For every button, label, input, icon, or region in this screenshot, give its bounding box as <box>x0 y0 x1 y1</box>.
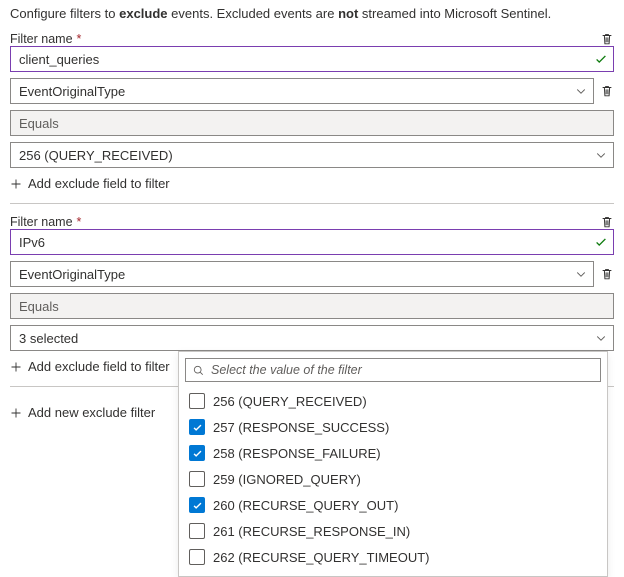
trash-icon[interactable] <box>600 32 614 46</box>
dropdown-search-input[interactable]: Select the value of the filter <box>185 358 601 382</box>
dropdown-option[interactable]: 256 (QUERY_RECEIVED) <box>189 390 597 412</box>
add-new-exclude-filter-button[interactable]: Add new exclude filter <box>10 397 155 428</box>
dropdown-option-label: 257 (RESPONSE_SUCCESS) <box>213 420 389 435</box>
dropdown-option-label: 262 (RECURSE_QUERY_TIMEOUT) <box>213 550 429 565</box>
dropdown-option-label: 258 (RESPONSE_FAILURE) <box>213 446 381 461</box>
chevron-down-icon <box>575 85 587 97</box>
add-exclude-field-button[interactable]: Add exclude field to filter <box>10 351 170 382</box>
field-select[interactable]: EventOriginalType <box>10 261 594 287</box>
value-dropdown[interactable]: Select the value of the filter 256 (QUER… <box>178 351 608 577</box>
divider <box>10 203 614 204</box>
dropdown-option[interactable]: 258 (RESPONSE_FAILURE) <box>189 442 597 464</box>
checkbox[interactable] <box>189 471 205 487</box>
operator-readonly: Equals <box>10 293 614 319</box>
dropdown-option-label: 261 (RECURSE_RESPONSE_IN) <box>213 524 410 539</box>
trash-icon[interactable] <box>600 215 614 229</box>
checkmark-icon <box>594 235 608 249</box>
checkbox[interactable] <box>189 445 205 461</box>
filter-name-label: Filter name* <box>10 215 81 229</box>
intro-text: Configure filters to exclude events. Exc… <box>10 6 614 21</box>
checkbox[interactable] <box>189 497 205 513</box>
checkmark-icon <box>594 52 608 66</box>
chevron-down-icon <box>575 268 587 280</box>
chevron-down-icon <box>595 332 607 344</box>
dropdown-option[interactable]: 257 (RESPONSE_SUCCESS) <box>189 416 597 438</box>
dropdown-option-label: 260 (RECURSE_QUERY_OUT) <box>213 498 398 513</box>
search-icon <box>192 364 205 377</box>
checkbox[interactable] <box>189 549 205 565</box>
plus-icon <box>10 361 22 373</box>
dropdown-option[interactable]: 261 (RECURSE_RESPONSE_IN) <box>189 520 597 542</box>
plus-icon <box>10 407 22 419</box>
checkbox[interactable] <box>189 523 205 539</box>
value-select[interactable]: 256 (QUERY_RECEIVED) <box>10 142 614 168</box>
dropdown-option-label: 256 (QUERY_RECEIVED) <box>213 394 367 409</box>
field-select[interactable]: EventOriginalType <box>10 78 594 104</box>
checkbox[interactable] <box>189 393 205 409</box>
dropdown-option[interactable]: 259 (IGNORED_QUERY) <box>189 468 597 490</box>
filter-name-input[interactable] <box>10 46 614 72</box>
dropdown-option[interactable]: 262 (RECURSE_QUERY_TIMEOUT) <box>189 546 597 568</box>
checkbox[interactable] <box>189 419 205 435</box>
dropdown-option-label: 259 (IGNORED_QUERY) <box>213 472 361 487</box>
dropdown-option[interactable]: 260 (RECURSE_QUERY_OUT) <box>189 494 597 516</box>
value-select[interactable]: 3 selected <box>10 325 614 351</box>
filter-name-input[interactable] <box>10 229 614 255</box>
operator-readonly: Equals <box>10 110 614 136</box>
trash-icon[interactable] <box>600 84 614 98</box>
filter-name-label: Filter name* <box>10 32 81 46</box>
add-exclude-field-button[interactable]: Add exclude field to filter <box>10 168 170 199</box>
chevron-down-icon <box>595 149 607 161</box>
trash-icon[interactable] <box>600 267 614 281</box>
plus-icon <box>10 178 22 190</box>
